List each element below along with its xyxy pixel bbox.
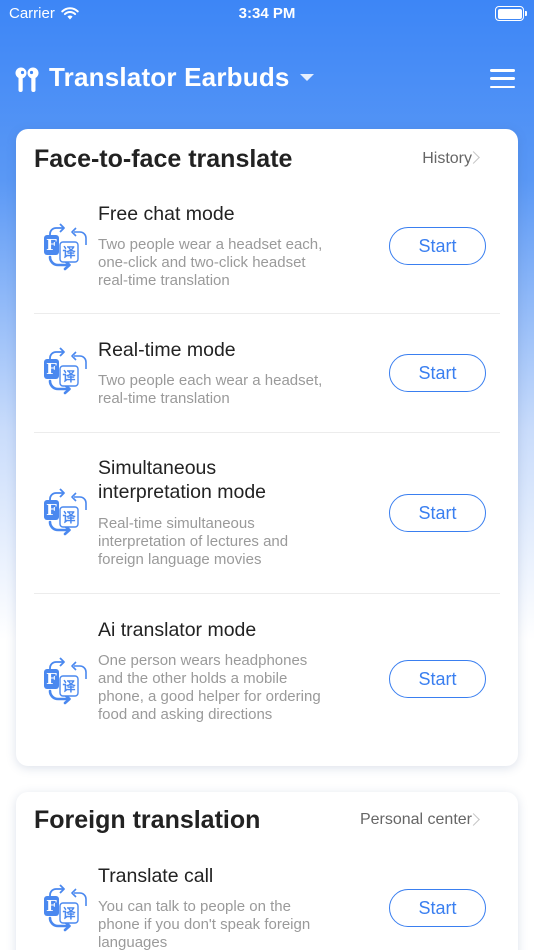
- icon-letter: F: [46, 501, 57, 519]
- icon-letter: F: [46, 236, 57, 254]
- icon-char: 译: [62, 907, 76, 922]
- nav-header: Translator Earbuds: [0, 55, 534, 103]
- mode-row-real-time: F 译 Real-time mode Two people each wear …: [34, 314, 500, 433]
- face-to-face-card: Face-to-face translate History F 译 Free …: [16, 129, 518, 766]
- battery-icon: [495, 6, 527, 21]
- icon-letter: F: [46, 360, 57, 378]
- status-time: 3:34 PM: [238, 5, 296, 22]
- mode-name: Real-time mode: [98, 339, 236, 361]
- mode-name: Simultaneous interpretation mode: [98, 457, 267, 503]
- chevron-down-icon[interactable]: [300, 74, 314, 81]
- start-button[interactable]: Start: [389, 889, 486, 927]
- mode-row-ai-translator: F 译 Ai translator mode One person wears …: [34, 594, 500, 766]
- mode-name: Ai translator mode: [98, 619, 257, 641]
- history-label: History: [422, 150, 472, 167]
- mode-description: Two people each wear a headset, real-tim…: [98, 372, 323, 407]
- personal-center-label: Personal center: [359, 811, 472, 828]
- mode-row-free-chat: F 译 Free chat mode Two people wear a hea…: [34, 187, 500, 314]
- start-button[interactable]: Start: [389, 227, 486, 265]
- mode-description: Two people wear a headset each, one-clic…: [98, 236, 323, 289]
- translate-icon: F 译: [44, 657, 87, 705]
- icon-char: 译: [62, 511, 76, 526]
- mode-row-translate-call: F 译 Translate call You can talk to peopl…: [34, 850, 500, 950]
- mode-description: You can talk to people on the phone if y…: [98, 898, 311, 950]
- start-button[interactable]: Start: [389, 660, 486, 698]
- mode-description: One person wears headphones and the othe…: [98, 652, 321, 723]
- icon-char: 译: [62, 246, 76, 261]
- mode-description: Real-time simultaneous interpretation of…: [98, 515, 289, 568]
- card-title: Foreign translation: [34, 806, 261, 834]
- card-title: Face-to-face translate: [34, 145, 293, 173]
- app-title[interactable]: Translator Earbuds: [49, 62, 290, 93]
- history-link[interactable]: History: [422, 150, 472, 168]
- earbuds-icon: [15, 67, 39, 92]
- menu-icon[interactable]: [490, 69, 515, 88]
- translate-icon: F 译: [44, 347, 87, 395]
- mode-name: Translate call: [98, 865, 214, 887]
- icon-char: 译: [62, 680, 76, 695]
- icon-letter: F: [46, 897, 57, 915]
- translate-icon: F 译: [44, 884, 87, 932]
- translate-icon: F 译: [44, 223, 87, 271]
- icon-letter: F: [46, 670, 57, 688]
- mode-row-simultaneous: F 译 Simultaneous interpretation mode Rea…: [34, 433, 500, 594]
- personal-center-link[interactable]: Personal center: [360, 811, 472, 829]
- status-bar: Carrier 3:34 PM: [0, 0, 534, 30]
- start-button[interactable]: Start: [389, 494, 486, 532]
- translate-icon: F 译: [44, 488, 87, 536]
- icon-char: 译: [62, 370, 76, 385]
- mode-name: Free chat mode: [98, 203, 235, 225]
- start-button[interactable]: Start: [389, 354, 486, 392]
- foreign-translation-card: Foreign translation Personal center F 译 …: [16, 792, 518, 950]
